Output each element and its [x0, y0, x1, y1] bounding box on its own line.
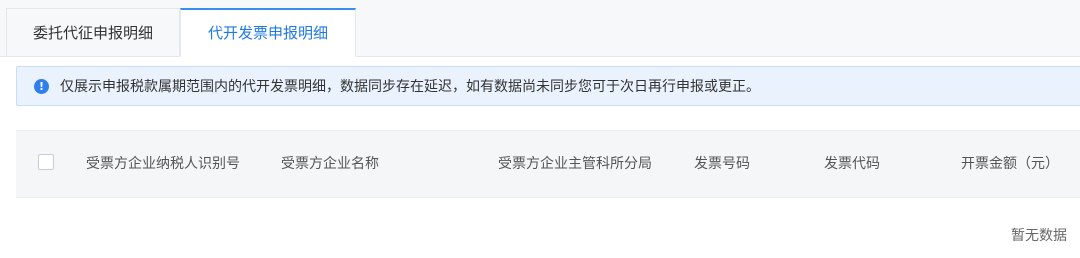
tab-invoice-issuance-details[interactable]: 代开发票申报明细	[180, 8, 356, 57]
empty-state-text: 暂无数据	[1011, 228, 1067, 244]
page: 委托代征申报明细 代开发票申报明细 ! 仅展示申报税款属期范围内的代开发票明细，…	[0, 0, 1080, 258]
tab-entrusted-collection-details[interactable]: 委托代征申报明细	[6, 8, 180, 56]
column-header-taxpayer-id: 受票方企业纳税人识别号	[86, 156, 240, 172]
column-header-invoice-code: 发票代码	[824, 156, 880, 172]
column-header-tax-bureau: 受票方企业主管科所分局	[498, 156, 652, 172]
column-header-invoice-amount: 开票金额（元）	[961, 156, 1059, 172]
column-header-company-name: 受票方企业名称	[281, 156, 379, 172]
info-notice: ! 仅展示申报税款属期范围内的代开发票明细，数据同步存在延迟，如有数据尚未同步您…	[16, 66, 1080, 106]
tab-bar: 委托代征申报明细 代开发票申报明细	[0, 0, 1080, 57]
info-icon: !	[34, 79, 49, 94]
notice-text: 仅展示申报税款属期范围内的代开发票明细，数据同步存在延迟，如有数据尚未同步您可于…	[60, 79, 760, 95]
select-all-checkbox[interactable]	[38, 154, 54, 170]
column-header-invoice-number: 发票号码	[694, 156, 750, 172]
table-header: 受票方企业纳税人识别号 受票方企业名称 受票方企业主管科所分局 发票号码 发票代…	[16, 130, 1080, 198]
